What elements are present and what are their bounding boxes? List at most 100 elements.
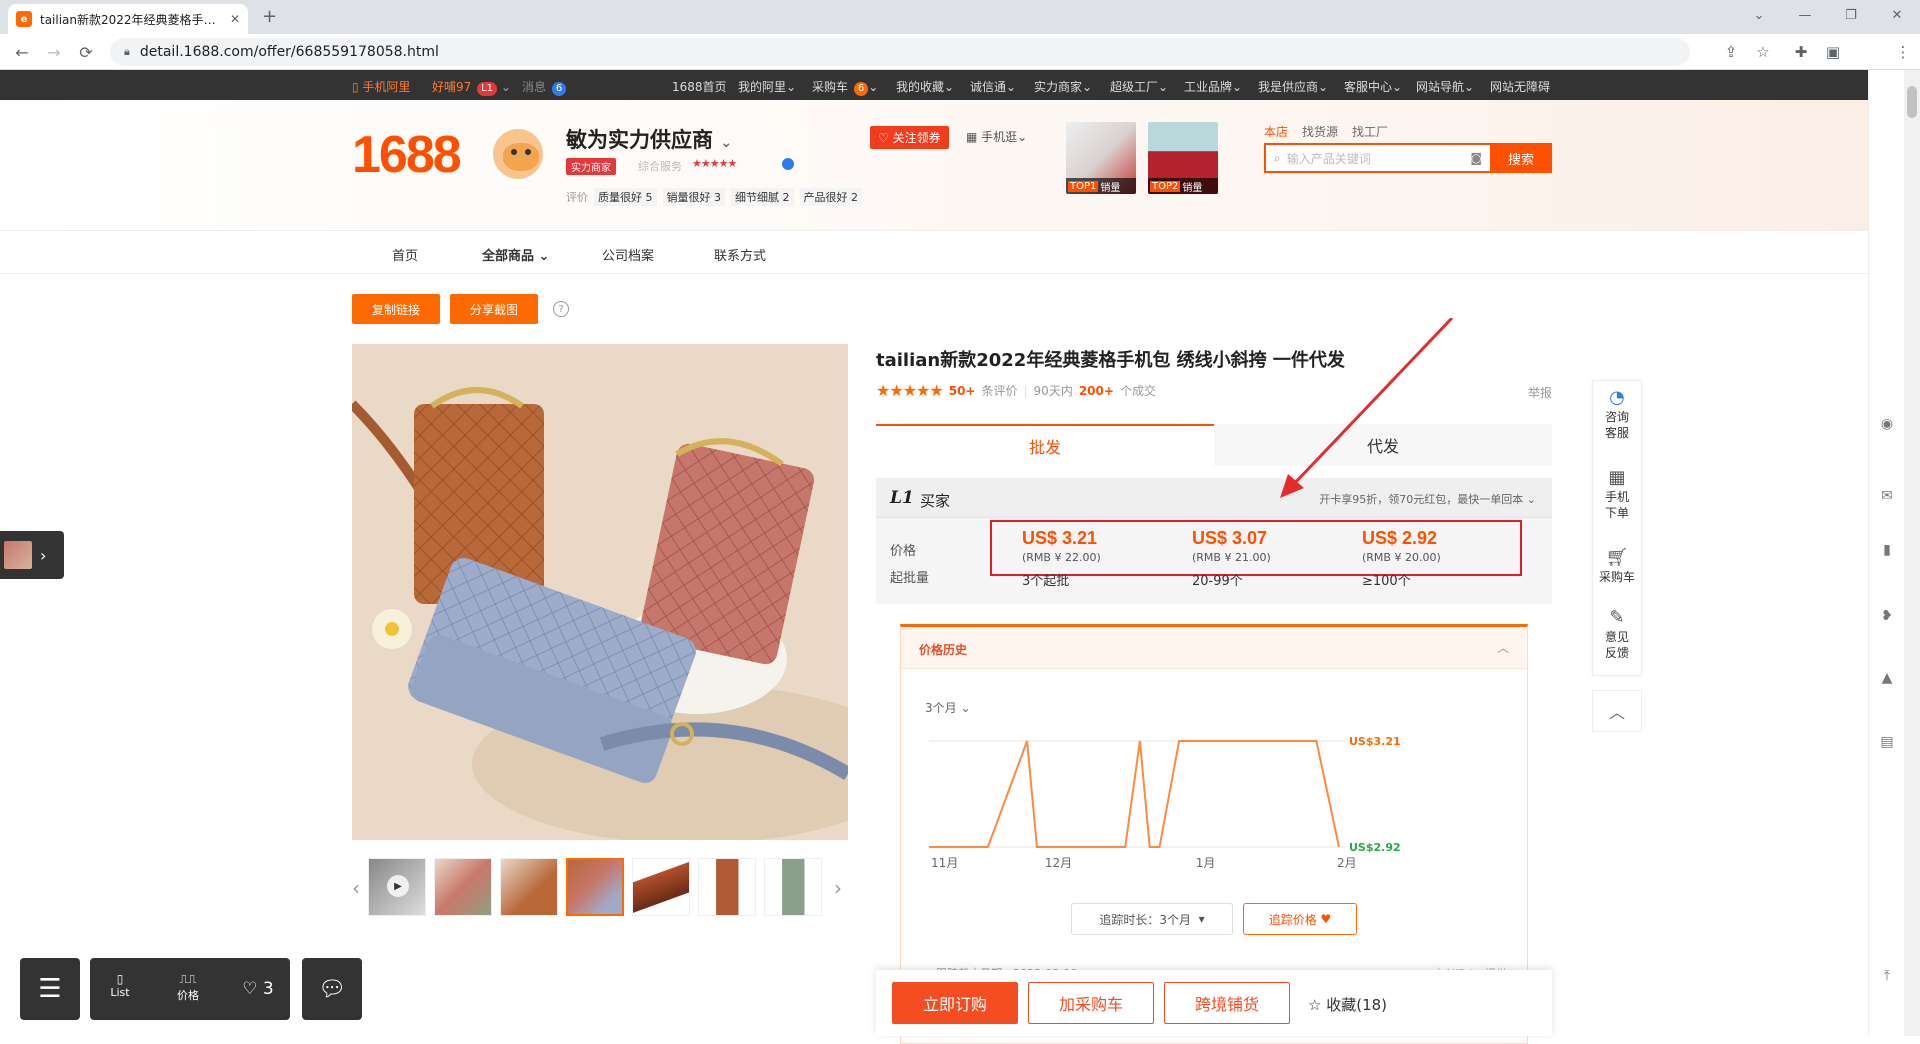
to-top-icon[interactable]: ⤒	[1879, 968, 1895, 984]
product-main-image[interactable]	[352, 344, 848, 840]
home-menu-button[interactable]: ☰	[20, 958, 80, 1020]
nav-site-navigation[interactable]: 网站导航⌄	[1416, 78, 1474, 95]
back-icon[interactable]: ←	[8, 38, 36, 66]
consult-service-button[interactable]: ◔ 咨询客服	[1593, 387, 1641, 441]
history-period-select[interactable]: 3个月 ⌄	[925, 699, 971, 716]
recent-item-widget[interactable]: ›	[0, 531, 64, 579]
tab-search-icon[interactable]: ⌄	[1736, 0, 1782, 30]
shop-nav-home[interactable]: 首页	[392, 245, 418, 264]
nav-super-factory[interactable]: 超级工厂⌄	[1110, 78, 1168, 95]
camera-icon[interactable]: ◙	[1470, 151, 1482, 165]
chat-bubble-icon[interactable]: ❥	[1879, 608, 1895, 624]
mobile-browse-button[interactable]: ▦ 手机逛⌄	[966, 128, 1027, 145]
help-icon[interactable]: ?	[553, 301, 569, 317]
nav-accessibility[interactable]: 网站无障碍	[1490, 78, 1550, 95]
track-price-button[interactable]: 追踪价格 ♥	[1243, 903, 1357, 935]
favorite-button[interactable]: ☆ 收藏(18)	[1308, 994, 1387, 1015]
list-button[interactable]: ▯ List	[90, 958, 150, 1020]
nav-power-merchant[interactable]: 实力商家⌄	[1034, 78, 1092, 95]
haoming-link[interactable]: 好哺97 L1 ⌄	[432, 78, 511, 96]
collapse-icon[interactable]: ︿	[1497, 639, 1509, 656]
review-label: 评价	[566, 191, 588, 204]
search-icon: ⌕	[1274, 150, 1281, 165]
mobile-alibaba-link[interactable]: ▯ 手机阿里	[352, 78, 410, 95]
buy-now-button[interactable]: 立即订购	[892, 982, 1018, 1024]
nav-supplier[interactable]: 我是供应商⌄	[1258, 78, 1328, 95]
tab-wholesale[interactable]: 批发	[876, 424, 1214, 466]
thumbnail[interactable]	[632, 858, 690, 916]
bookmark-icon[interactable]: ▮	[1879, 542, 1895, 558]
nav-home[interactable]: 1688首页	[672, 78, 727, 95]
add-to-cart-button[interactable]: 加采购车	[1028, 982, 1154, 1024]
review-tag: 质量很好 5	[594, 188, 657, 206]
page-scrollbar[interactable]	[1904, 70, 1920, 1036]
thumb-prev-icon[interactable]: ‹	[352, 876, 360, 900]
info-icon[interactable]: ◉	[1879, 416, 1895, 432]
feedback-button[interactable]: ✎ 意见反馈	[1593, 607, 1641, 661]
shop-name[interactable]: 敏为实力供应商 ⌄	[566, 124, 732, 154]
share-image-button[interactable]: 分享截图	[450, 294, 538, 324]
scroll-to-top-button[interactable]: ︿	[1592, 690, 1642, 732]
search-tab-this-shop[interactable]: 本店	[1264, 123, 1288, 140]
search-tab-factory[interactable]: 找工厂	[1352, 123, 1388, 140]
scrollbar-thumb[interactable]	[1907, 86, 1917, 118]
mobile-order-button[interactable]: ▦ 手机下单	[1593, 467, 1641, 521]
shop-nav-all-products[interactable]: 全部商品 ⌄	[482, 245, 549, 264]
cart-button[interactable]: 🛒︎ 采购车	[1593, 547, 1641, 585]
close-tab-icon[interactable]: ✕	[230, 12, 240, 26]
thumbnail[interactable]	[698, 858, 756, 916]
price-line	[929, 740, 1340, 848]
bookmark-star-icon[interactable]: ☆	[1748, 34, 1778, 70]
site-logo[interactable]: 1688	[352, 125, 462, 185]
nav-cart[interactable]: 采购车 6 ⌄	[812, 78, 878, 96]
message-count-badge: 6	[551, 82, 567, 96]
nav-industrial-brand[interactable]: 工业品牌⌄	[1184, 78, 1242, 95]
forward-icon[interactable]: →	[40, 38, 68, 66]
menu-icon[interactable]: ⋮	[1888, 34, 1918, 70]
nav-my-alibaba[interactable]: 我的阿里⌄	[738, 78, 796, 95]
price-tier: US$ 3.07 (RMB ¥ 21.00) 20-99个	[1192, 528, 1271, 589]
price-history-chart: US$3.21 US$2.92 11月 12月 1月 2月	[929, 735, 1401, 870]
cross-border-button[interactable]: 跨境铺货	[1164, 982, 1290, 1024]
reload-icon[interactable]: ⟳	[72, 38, 100, 66]
top2-product-thumb[interactable]: TOP2 销量	[1148, 122, 1218, 194]
like-button[interactable]: ♡ 3	[226, 958, 290, 1020]
thumbnail[interactable]	[500, 858, 558, 916]
nav-service-center[interactable]: 客服中心⌄	[1344, 78, 1402, 95]
browser-tab[interactable]: e tailian新款2022年经典菱格手机包 ✕	[8, 4, 248, 34]
thumb-next-icon[interactable]: ›	[834, 876, 842, 900]
close-window-button[interactable]: ✕	[1874, 0, 1920, 30]
mail-icon[interactable]: ✉	[1879, 488, 1895, 504]
report-link[interactable]: 举报	[1528, 384, 1552, 401]
nav-chengxintong[interactable]: 诚信通⌄	[970, 78, 1016, 95]
new-tab-button[interactable]: +	[262, 6, 277, 27]
extensions-icon[interactable]: ✚	[1786, 34, 1816, 70]
bell-icon[interactable]: ▲	[1879, 670, 1895, 686]
rating-stars: ★★★★★	[876, 381, 944, 400]
search-button[interactable]: 搜索	[1490, 143, 1552, 173]
list-icon[interactable]: ▤	[1879, 734, 1895, 750]
thumbnail-selected[interactable]	[566, 858, 624, 916]
copy-link-button[interactable]: 复制链接	[352, 294, 440, 324]
follow-coupon-button[interactable]: ♡ 关注领券	[870, 126, 949, 149]
nav-favorites[interactable]: 我的收藏⌄	[896, 78, 954, 95]
share-icon[interactable]: ⇪	[1716, 34, 1746, 70]
thumbnail[interactable]	[434, 858, 492, 916]
restore-button[interactable]: ❐	[1828, 0, 1874, 30]
price-trend-button[interactable]: ⎍⎍ 价格	[152, 958, 224, 1020]
side-panel-icon[interactable]: ▣	[1818, 34, 1848, 70]
track-period-select[interactable]: 追踪时长：3个月 ▾	[1071, 903, 1233, 935]
price-history-header[interactable]: 价格历史 ︿	[901, 627, 1527, 669]
shop-nav-company[interactable]: 公司档案	[602, 245, 654, 264]
shop-nav-contact[interactable]: 联系方式	[714, 245, 766, 264]
top1-product-thumb[interactable]: TOP1 销量	[1066, 122, 1136, 194]
chat-button[interactable]: 💬︎	[302, 958, 362, 1020]
review-count[interactable]: 50+	[949, 384, 976, 398]
message-link[interactable]: 消息 6	[522, 78, 567, 96]
minimize-button[interactable]: —	[1782, 0, 1828, 30]
thumbnail-video[interactable]: ▶	[368, 858, 426, 916]
search-tab-source[interactable]: 找货源	[1302, 123, 1338, 140]
search-input[interactable]: ⌕ 输入产品关键词 ◙	[1264, 143, 1490, 173]
url-field[interactable]: 🔒︎ detail.1688.com/offer/668559178058.ht…	[110, 38, 1690, 66]
thumbnail[interactable]	[764, 858, 822, 916]
